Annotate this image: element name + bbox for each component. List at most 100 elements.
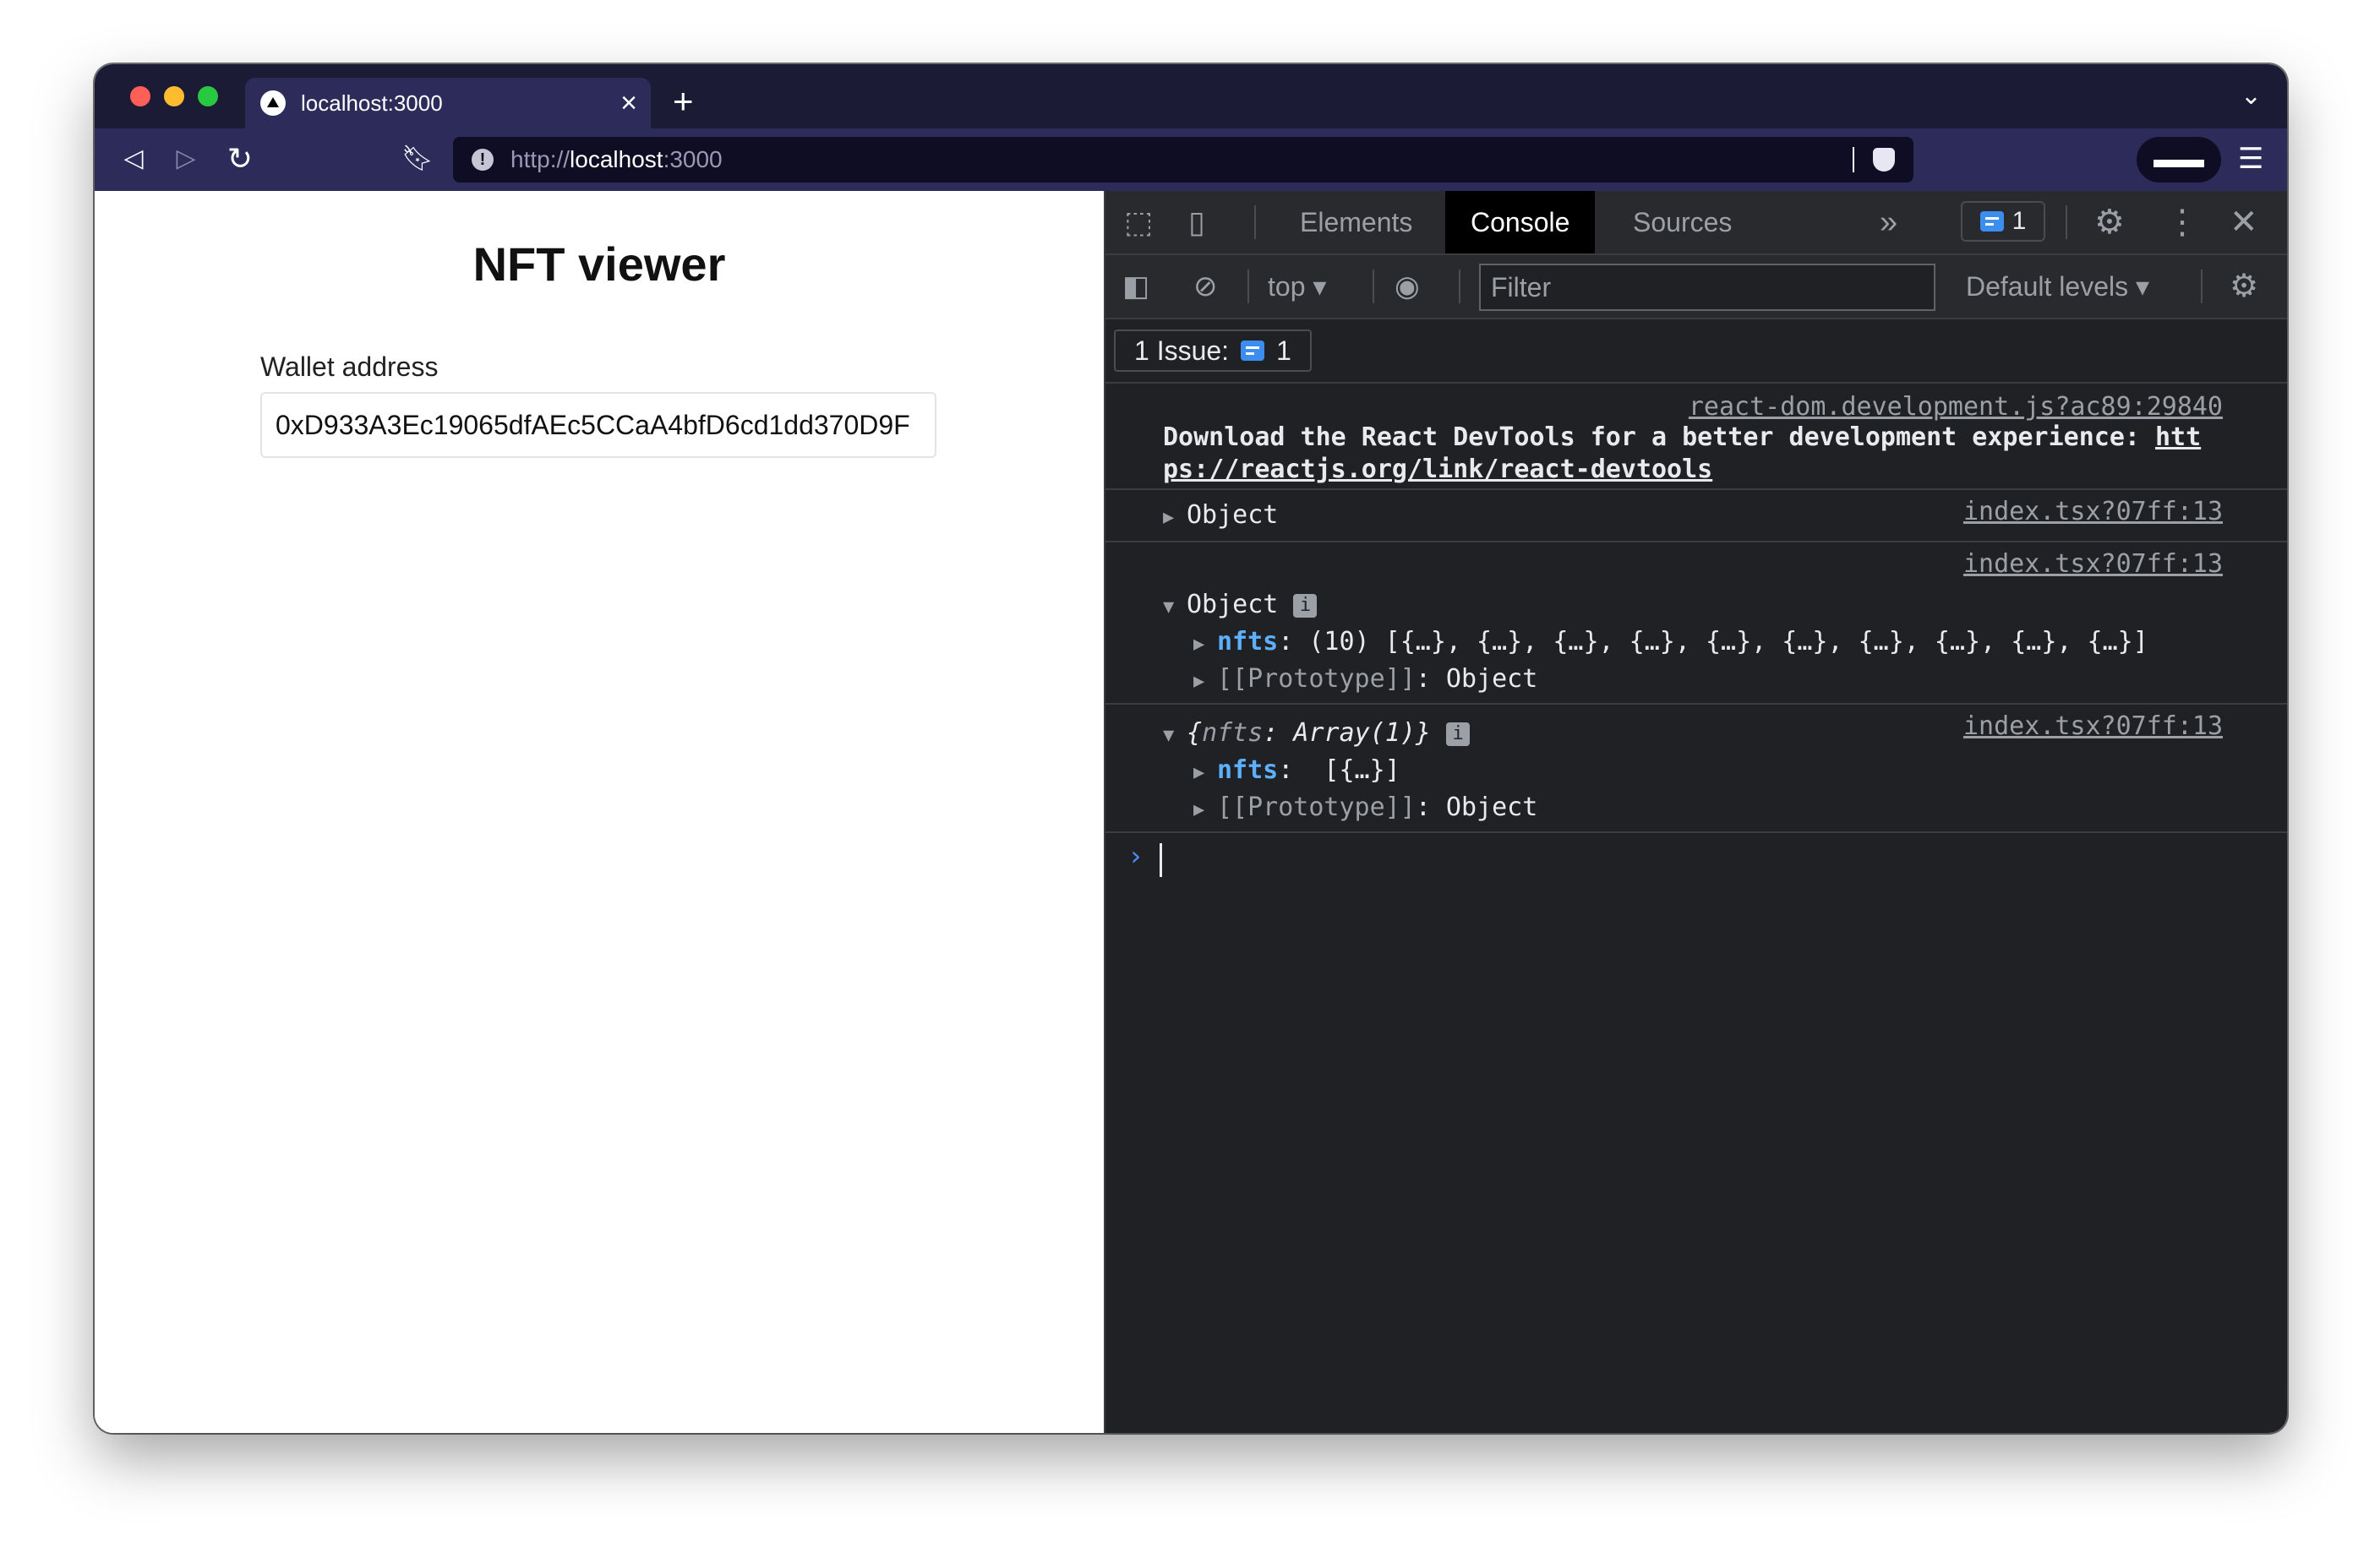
divider xyxy=(1459,270,1460,303)
vercel-favicon-icon xyxy=(260,90,286,116)
property-key: [[Prototype]] xyxy=(1217,664,1416,694)
message-icon xyxy=(1241,340,1265,361)
source-link[interactable]: index.tsx?07ff:13 xyxy=(1963,711,2223,741)
hamburger-menu-icon[interactable]: ☰ xyxy=(2238,139,2263,179)
zoom-window-button[interactable] xyxy=(198,86,218,106)
console-filter-bar: ◧ ⊘ top ▾ ◉ Filter Default levels ▾ ⚙ xyxy=(1105,255,2287,319)
object-row[interactable]: ▼ Object i xyxy=(1163,590,1318,619)
message-text: Download the React DevTools for a better… xyxy=(1163,422,2201,452)
browser-toolbar: ◁ ▷ ↻ 🔖︎ ! http://localhost:3000 ▬▬ ☰ xyxy=(95,128,2287,191)
url-scheme: http:// xyxy=(510,146,570,172)
console-entry: index.tsx?07ff:13 ▼ Object i ▶ nfts: (10) … xyxy=(1105,542,2287,705)
collapse-triangle-icon: ▼ xyxy=(1163,725,1175,746)
kebab-menu-icon[interactable]: ⋮ xyxy=(2165,191,2199,253)
info-icon[interactable]: i xyxy=(1446,722,1471,746)
issues-label: 1 Issue: xyxy=(1134,335,1230,366)
divider xyxy=(1254,205,1256,239)
more-tabs-icon[interactable]: » xyxy=(1880,191,1897,253)
tab-title: localhost:3000 xyxy=(301,90,443,116)
tab-console[interactable]: Console xyxy=(1445,191,1596,253)
console-prompt[interactable]: › xyxy=(1105,833,2287,884)
expand-triangle-icon: ▶ xyxy=(1193,799,1205,820)
close-icon[interactable]: ✕ xyxy=(2230,191,2258,253)
message-line1: Download the React DevTools for a better… xyxy=(1163,422,2155,452)
issues-count: 1 xyxy=(1276,335,1291,366)
console-entry: index.tsx?07ff:13 ▶ Object xyxy=(1105,490,2287,542)
eye-icon[interactable]: ◉ xyxy=(1395,255,1420,318)
object-label: Object xyxy=(1187,590,1279,619)
bookmark-icon[interactable]: 🔖︎ xyxy=(397,139,438,179)
site-info-icon[interactable]: ! xyxy=(472,149,494,171)
issues-button[interactable]: 1 Issue: 1 xyxy=(1114,330,1312,372)
message-icon xyxy=(1979,211,2004,232)
messages-badge[interactable]: 1 xyxy=(1961,201,2045,242)
devtools-link-start[interactable]: htt xyxy=(2155,422,2201,452)
devtools-tabbar: ⬚ ▯ Elements Console Sources » 1 ⚙ ⋮ ✕ xyxy=(1105,191,2287,255)
source-link[interactable]: index.tsx?07ff:13 xyxy=(1963,497,2223,526)
property-row[interactable]: ▶ [[Prototype]]: Object xyxy=(1193,793,1537,822)
browser-tab[interactable]: localhost:3000 × xyxy=(245,78,651,128)
devtools-panel: ⬚ ▯ Elements Console Sources » 1 ⚙ ⋮ ✕ ◧… xyxy=(1104,191,2287,1433)
context-selector[interactable]: top ▾ xyxy=(1268,255,1326,318)
brave-shield-icon[interactable] xyxy=(1873,148,1895,172)
log-levels-dropdown[interactable]: Default levels ▾ xyxy=(1966,255,2149,318)
page-title: NFT viewer xyxy=(472,237,726,291)
console-output: react-dom.development.js?ac89:29840 Down… xyxy=(1105,384,2287,884)
object-label-rest: : Array(1)} xyxy=(1263,718,1431,748)
console-entry: react-dom.development.js?ac89:29840 Down… xyxy=(1105,384,2287,490)
url-port: :3000 xyxy=(663,146,723,172)
devtools-link-end[interactable]: ps://reactjs.org/link/react-devtools xyxy=(1163,455,1712,484)
log-levels-value: Default levels xyxy=(1966,271,2129,302)
object-row[interactable]: ▼ {nfts: Array(1)} i xyxy=(1163,718,1471,748)
property-row[interactable]: ▶ nfts: [{…}] xyxy=(1193,755,1400,785)
gear-icon[interactable]: ⚙ xyxy=(2094,191,2125,253)
show-sidebar-icon[interactable]: ◧ xyxy=(1122,255,1149,318)
info-icon[interactable]: i xyxy=(1293,593,1318,618)
expand-triangle-icon: ▶ xyxy=(1163,507,1175,528)
filter-input[interactable]: Filter xyxy=(1479,264,1935,311)
clear-console-icon[interactable]: ⊘ xyxy=(1193,255,1218,318)
property-key: [[Prototype]] xyxy=(1217,793,1416,822)
divider xyxy=(2066,205,2067,239)
reload-icon[interactable]: ↻ xyxy=(220,139,260,179)
new-tab-plus-icon[interactable]: + xyxy=(673,78,694,125)
property-value: : (10) [{…}, {…}, {…}, {…}, {…}, {…}, {…… xyxy=(1278,627,2148,656)
messages-count: 1 xyxy=(2012,207,2027,235)
property-key: nfts xyxy=(1217,755,1279,785)
object-row[interactable]: ▶ Object xyxy=(1163,500,1278,530)
wallet-address-value: 0xD933A3Ec19065dfAEc5CCaA4bfD6cd1dd370D9… xyxy=(276,410,910,440)
object-label: Object xyxy=(1187,500,1279,530)
object-label-open: { xyxy=(1187,718,1203,748)
source-link[interactable]: react-dom.development.js?ac89:29840 xyxy=(1689,392,2223,422)
forward-icon[interactable]: ▷ xyxy=(166,139,206,179)
chevron-down-icon[interactable]: ⌄ xyxy=(2241,81,2262,111)
tab-sources[interactable]: Sources xyxy=(1608,191,1757,253)
property-row[interactable]: ▶ nfts: (10) [{…}, {…}, {…}, {…}, {…}, {…… xyxy=(1193,627,2148,656)
wallet-address-input[interactable]: 0xD933A3Ec19065dfAEc5CCaA4bfD6cd1dd370D9… xyxy=(260,392,936,458)
divider xyxy=(1247,270,1249,303)
expand-triangle-icon: ▶ xyxy=(1193,762,1205,783)
expand-triangle-icon: ▶ xyxy=(1193,671,1205,692)
back-icon[interactable]: ◁ xyxy=(113,139,154,179)
address-bar[interactable]: ! http://localhost:3000 xyxy=(453,137,1913,182)
prompt-chevron-icon: › xyxy=(1127,840,1144,872)
minimize-window-button[interactable] xyxy=(164,86,184,106)
collapse-triangle-icon: ▼ xyxy=(1163,597,1175,618)
property-row[interactable]: ▶ [[Prototype]]: Object xyxy=(1193,664,1537,694)
divider xyxy=(2201,270,2203,303)
private-glasses-icon[interactable]: ▬▬ xyxy=(2137,137,2221,182)
property-value: : [{…}] xyxy=(1278,755,1400,785)
context-value: top xyxy=(1268,271,1306,302)
property-value: : Object xyxy=(1415,664,1538,694)
tab-elements[interactable]: Elements xyxy=(1275,191,1438,253)
tab-strip: localhost:3000 × + ⌄ xyxy=(95,64,2287,128)
object-label-key: nfts xyxy=(1202,718,1264,748)
inspect-element-icon[interactable]: ⬚ xyxy=(1124,191,1153,253)
url-separator xyxy=(1853,147,1854,172)
source-link[interactable]: index.tsx?07ff:13 xyxy=(1963,549,2223,579)
divider xyxy=(1373,270,1374,303)
close-window-button[interactable] xyxy=(130,86,150,106)
close-icon[interactable]: × xyxy=(612,87,646,120)
device-toolbar-icon[interactable]: ▯ xyxy=(1188,191,1205,253)
console-settings-gear-icon[interactable]: ⚙ xyxy=(2230,255,2258,318)
